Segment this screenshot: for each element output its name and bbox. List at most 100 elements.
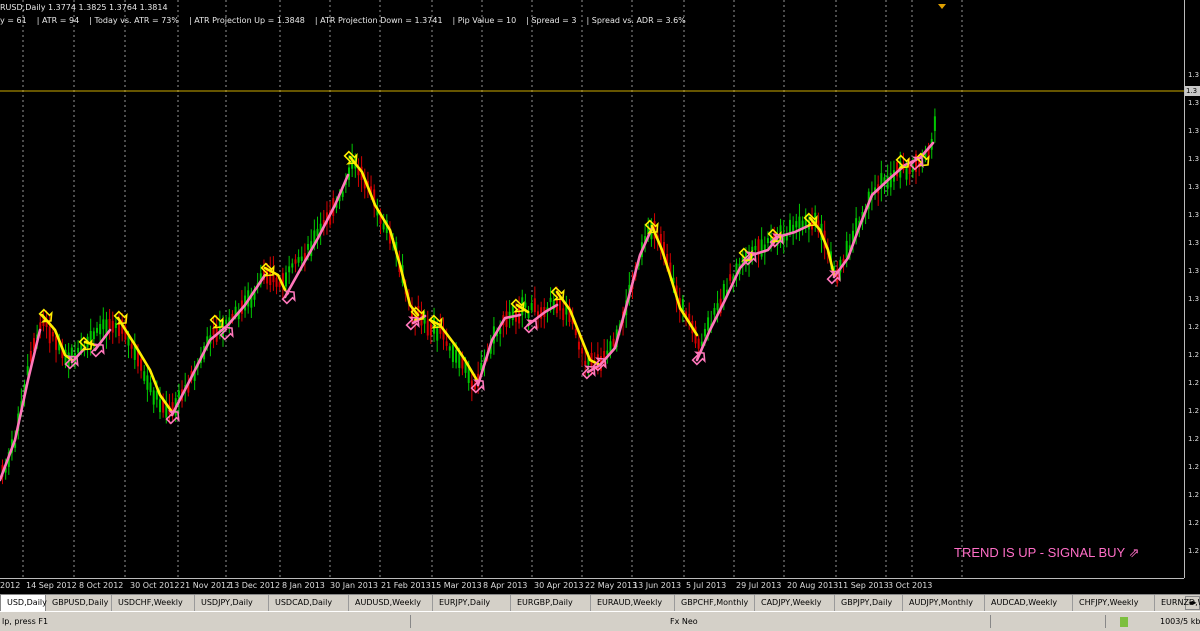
bull-candle [288, 266, 291, 273]
date-axis-label: 2012 [0, 581, 21, 590]
bear-candle [562, 308, 565, 321]
bull-candle [530, 302, 533, 311]
chart-tab[interactable]: AUDJPY,Monthly [903, 595, 985, 611]
chart-tab[interactable]: CADJPY,Weekly [755, 595, 835, 611]
bull-candle [99, 324, 102, 335]
bull-candle [933, 116, 936, 132]
price-scale-label: 1.3 [1188, 155, 1200, 163]
chart-area[interactable]: RUSD,Daily 1.3774 1.3825 1.3764 1.3814 y… [0, 0, 1184, 578]
indicator-info-item: y = 61 [0, 16, 27, 25]
status-traffic: 1003/5 kb [1160, 617, 1200, 626]
indicator-info-item: | Spread vs. ADR = 3.6% [586, 16, 686, 25]
bull-candle [146, 375, 149, 390]
bear-candle [533, 298, 536, 313]
bull-candle [766, 238, 769, 244]
status-divider [1105, 615, 1106, 628]
date-axis-label: 8 Oct 2012 [79, 581, 124, 590]
date-axis-label: 8 Jan 2013 [282, 581, 325, 590]
status-help-text: lp, press F1 [2, 617, 49, 626]
bear-candle [581, 348, 584, 354]
status-profile: Fx Neo [670, 617, 698, 626]
bull-candle [703, 328, 706, 337]
bull-candle [382, 223, 385, 230]
bull-candle [455, 350, 458, 363]
chart-tab[interactable]: GBPJPY,Daily [835, 595, 903, 611]
date-axis-label: 15 Mar 2013 [431, 581, 482, 590]
date-axis-label: 30 Apr 2013 [534, 581, 584, 590]
chart-tab[interactable]: EURJPY,Daily [433, 595, 511, 611]
chart-tab[interactable]: AUDUSD,Weekly [349, 595, 433, 611]
chart-tab[interactable]: AUDCAD,Weekly [985, 595, 1073, 611]
uptrend-line-segment [695, 223, 812, 362]
bear-candle [426, 320, 429, 336]
uptrend-line-segment [170, 273, 267, 417]
indicator-info-item: | Spread = 3 [526, 16, 577, 25]
chart-tab[interactable]: USD,Daily [0, 594, 47, 611]
bull-candle [713, 308, 716, 315]
bull-candle [159, 399, 161, 413]
bull-candle [152, 390, 155, 405]
bull-candle [795, 221, 798, 228]
chart-tab[interactable]: EURAUD,Weekly [591, 595, 675, 611]
price-scale-label: 1.2 [1188, 463, 1200, 471]
bear-candle [48, 326, 51, 344]
price-scale-label: 1.3 [1188, 239, 1200, 247]
indicator-info-item: | ATR = 94 [36, 16, 80, 25]
bear-candle [140, 358, 143, 371]
bull-candle [225, 319, 228, 324]
chart-tab[interactable]: CHFJPY,Weekly [1073, 595, 1155, 611]
bear-candle [908, 165, 911, 175]
chart-tab[interactable]: USDJPY,Daily [195, 595, 269, 611]
price-scale-label: 1.2 [1188, 519, 1200, 527]
bull-candle [423, 317, 426, 324]
indicator-info-item: | ATR Projection Down = 1.3741 [314, 16, 443, 25]
bear-candle [429, 324, 432, 336]
date-axis-label: 30 Jan 2013 [330, 581, 378, 590]
indicator-info-item: | Today vs. ATR = 73% [89, 16, 179, 25]
bear-candle [612, 338, 615, 347]
date-axis-label: 21 Feb 2013 [381, 581, 431, 590]
downtrend-line-segment [650, 224, 699, 337]
status-divider [990, 615, 991, 628]
bull-candle [707, 317, 710, 331]
symbol-ohlc-header: RUSD,Daily 1.3774 1.3825 1.3764 1.3814 [0, 3, 168, 12]
bear-candle [108, 318, 111, 329]
price-scale-label: 1.3 [1188, 127, 1200, 135]
bear-candle [275, 277, 278, 287]
bull-candle [458, 353, 461, 368]
price-scale-label: 1.2 [1188, 379, 1200, 387]
chart-tab[interactable]: EURGBP,Daily [511, 595, 591, 611]
date-axis-label: 30 Oct 2012 [130, 581, 180, 590]
date-axis-label: 20 Aug 2013 [787, 581, 839, 590]
chart-tab-bar: ◂▸ USD,Daily GBPUSD,Daily USDCHF,Weekly USD… [0, 594, 1200, 612]
bull-candle [789, 219, 791, 233]
price-chart[interactable] [0, 0, 1184, 578]
chart-tab[interactable]: EURNZD,Weekly [1155, 595, 1200, 611]
bull-candle [297, 257, 300, 263]
bull-candle [114, 322, 117, 328]
indicator-info-item: | Pip Value = 10 [452, 16, 517, 25]
date-axis-label: 8 Apr 2013 [483, 581, 528, 590]
bear-candle [130, 344, 133, 349]
bull-candle [845, 240, 848, 258]
chart-tab[interactable]: GBPCHF,Monthly [675, 595, 755, 611]
chart-tab[interactable]: GBPUSD,Daily [46, 595, 112, 611]
chart-tab[interactable]: USDCAD,Daily [269, 595, 349, 611]
date-axis[interactable]: 2012 14 Sep 2012 8 Oct 2012 30 Oct 2012 21 N… [0, 578, 1184, 595]
bear-candle [729, 274, 732, 281]
bull-candle [451, 344, 454, 362]
bear-candle [212, 328, 215, 336]
bear-candle [294, 259, 297, 264]
bear-candle [111, 320, 114, 333]
chart-tab[interactable]: USDCHF,Weekly [112, 595, 195, 611]
price-scale-label: 1.3 [1188, 295, 1200, 303]
bull-candle [716, 303, 719, 310]
bull-candle [549, 297, 552, 303]
bull-candle [348, 167, 350, 180]
date-axis-label: 22 May 2013 [585, 581, 638, 590]
bull-candle [300, 256, 303, 261]
bull-candle [448, 346, 451, 351]
bull-candle [760, 239, 763, 257]
bull-candle [143, 371, 146, 381]
trend-signal-text: TREND IS UP - SIGNAL BUY ⇗ [954, 545, 1140, 560]
